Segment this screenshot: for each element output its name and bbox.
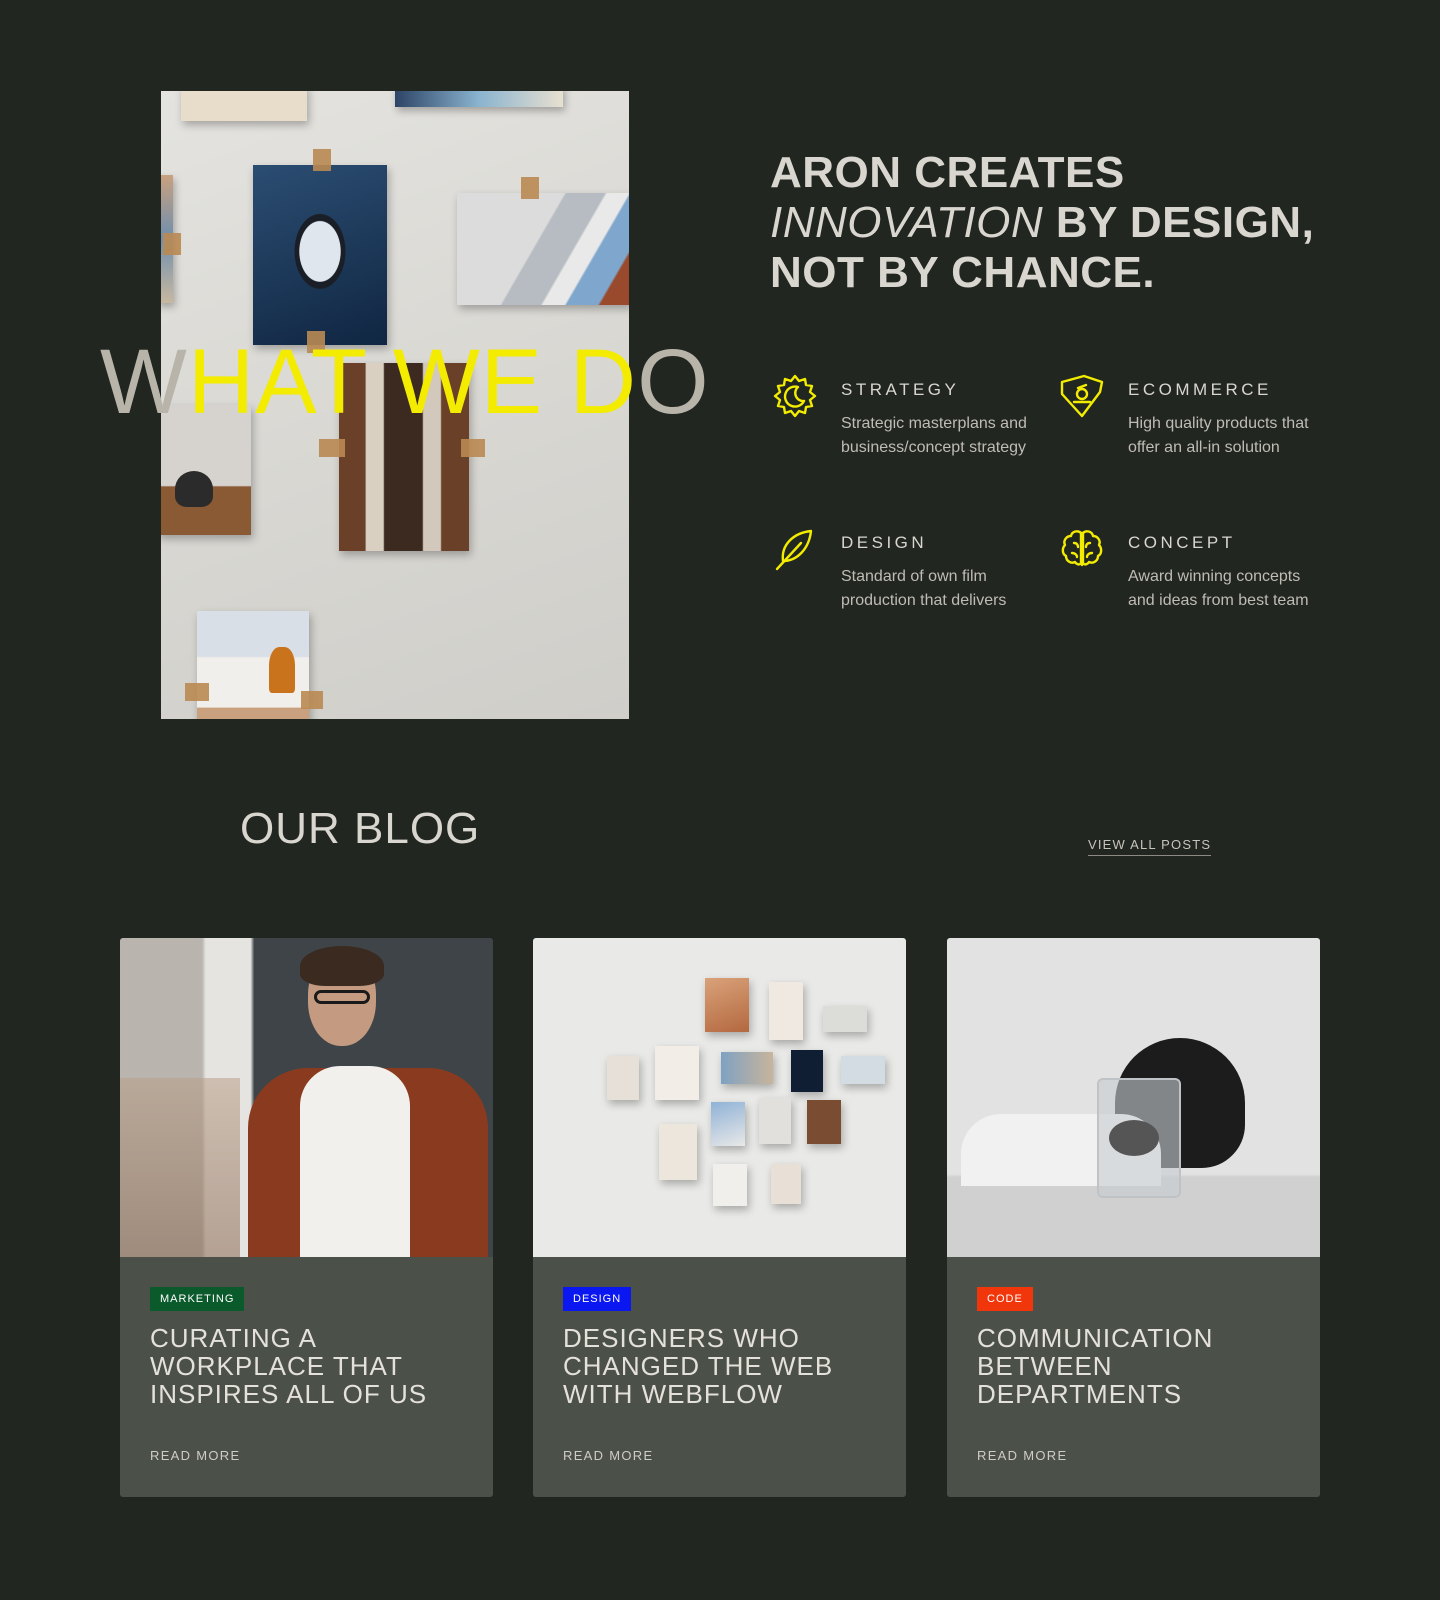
read-more-link[interactable]: READ MORE	[563, 1448, 653, 1463]
post-tag[interactable]: MARKETING	[150, 1287, 245, 1311]
blog-title: OUR BLOG	[240, 804, 481, 853]
service-description: Award winning concepts and ideas from be…	[1128, 568, 1309, 609]
read-more-link[interactable]: READ MORE	[977, 1448, 1067, 1463]
headline-line-1: ARON CREATES	[770, 148, 1125, 197]
view-all-posts-link[interactable]: VIEW ALL POSTS	[1088, 837, 1212, 856]
feather-icon	[771, 525, 819, 573]
service-description: Strategic masterplans and business/conce…	[841, 415, 1027, 456]
headline-line-2: BY DESIGN,	[1043, 198, 1315, 247]
photo-print	[395, 91, 563, 107]
price-tag-icon	[1058, 372, 1106, 420]
post-title[interactable]: CURATING A WORKPLACE THAT INSPIRES ALL O…	[150, 1324, 470, 1408]
post-title[interactable]: COMMUNICATION BETWEEN DEPARTMENTS	[977, 1324, 1297, 1408]
sun-moon-icon	[771, 372, 819, 420]
headline-emphasis: INNOVATION	[770, 198, 1044, 247]
post-title[interactable]: DESIGNERS WHO CHANGED THE WEB WITH WEBFL…	[563, 1324, 883, 1408]
photo-print	[253, 165, 387, 345]
post-image	[533, 938, 906, 1257]
service-title: ECOMMERCE	[1128, 380, 1272, 399]
brain-icon	[1058, 525, 1106, 573]
photo-print	[457, 193, 629, 305]
post-image	[947, 938, 1320, 1257]
service-title: DESIGN	[841, 533, 928, 552]
headline: ARON CREATES INNOVATION BY DESIGN, NOT B…	[770, 148, 1314, 298]
photo-print	[181, 91, 307, 121]
service-title: STRATEGY	[841, 380, 960, 399]
service-title: CONCEPT	[1128, 533, 1236, 552]
post-tag[interactable]: DESIGN	[563, 1287, 632, 1311]
headline-line-3: NOT BY CHANCE.	[770, 248, 1156, 297]
service-description: Standard of own film production that del…	[841, 568, 1007, 609]
blog-card[interactable]: CODE COMMUNICATION BETWEEN DEPARTMENTS R…	[947, 938, 1320, 1497]
post-tag[interactable]: CODE	[977, 1287, 1033, 1311]
blog-card[interactable]: MARKETING CURATING A WORKPLACE THAT INSP…	[120, 938, 493, 1497]
photo-print	[197, 611, 309, 719]
blog-card[interactable]: DESIGN DESIGNERS WHO CHANGED THE WEB WIT…	[533, 938, 906, 1497]
read-more-link[interactable]: READ MORE	[150, 1448, 240, 1463]
section-title: WHAT WE DO	[100, 331, 710, 433]
service-description: High quality products that offer an all-…	[1128, 415, 1309, 456]
post-image	[120, 938, 493, 1257]
